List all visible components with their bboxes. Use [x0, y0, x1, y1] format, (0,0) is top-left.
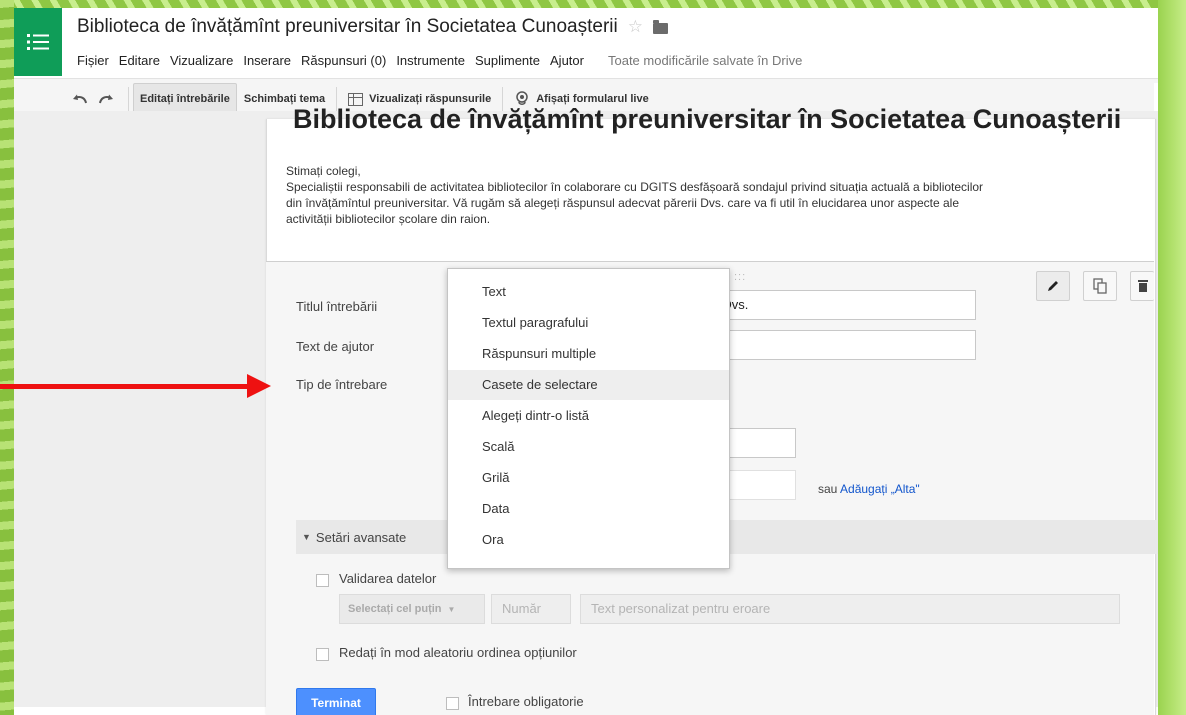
triangle-down-icon: ▼: [302, 532, 311, 542]
toolbar-separator: [128, 87, 129, 111]
or-text: sau: [818, 482, 838, 496]
advanced-settings-label: Setări avansate: [315, 529, 407, 545]
star-icon[interactable]: ☆: [628, 17, 643, 37]
document-title-row: Biblioteca de învățămînt preuniversitar …: [77, 16, 668, 38]
form-title[interactable]: Biblioteca de învățămînt preuniversitar …: [293, 104, 1121, 135]
menu-view[interactable]: Vizualizare: [170, 53, 241, 68]
dropdown-option-date[interactable]: Data: [448, 494, 729, 524]
menu-help[interactable]: Ajutor: [550, 53, 592, 68]
description-line: Specialiștii responsabili de activitatea…: [286, 180, 984, 194]
menu-responses[interactable]: Răspunsuri (0): [301, 53, 394, 68]
list-icon: [1164, 109, 1180, 122]
folder-icon[interactable]: [653, 19, 668, 34]
red-arrow-annotation: [0, 384, 250, 389]
description-line: din învățămîntul preuniversitar. Vă rugă…: [286, 196, 960, 210]
dropdown-option-multiple-choice[interactable]: Răspunsuri multiple: [448, 339, 729, 369]
redo-icon[interactable]: [98, 93, 114, 105]
forms-app-icon[interactable]: [14, 8, 62, 76]
question-type-dropdown: Text Textul paragrafului Răspunsuri mult…: [447, 268, 730, 569]
help-text-input[interactable]: [704, 330, 976, 360]
dropdown-option-paragraph[interactable]: Textul paragrafului: [448, 308, 729, 338]
shuffle-options-label: Redați în mod aleatoriu ordinea opțiunil…: [339, 645, 577, 660]
delete-question-button[interactable]: [1130, 271, 1154, 301]
shuffle-options-checkbox[interactable]: [316, 648, 329, 661]
red-arrow-head: [247, 374, 271, 398]
required-question-label: Întrebare obligatorie: [468, 694, 584, 709]
dropdown-option-scale[interactable]: Scală: [448, 432, 729, 462]
side-panel-toggle[interactable]: [1158, 82, 1186, 148]
question-type-label: Tip de întrebare: [296, 377, 388, 392]
form-description[interactable]: Stimați colegi, Specialiștii responsabil…: [286, 163, 1156, 227]
copy-icon: [1093, 278, 1107, 294]
menu-bar: Fișier Editare Vizualizare Inserare Răsp…: [77, 53, 802, 68]
validation-error-input[interactable]: Text personalizat pentru eroare: [580, 594, 1120, 624]
green-background-frame: Biblioteca de învățămînt preuniversitar …: [0, 0, 1186, 715]
validation-type-select[interactable]: Selectați cel puțin ▼: [339, 594, 485, 624]
data-validation-label: Validarea datelor: [339, 571, 437, 586]
add-other-text: sau Adăugați „Alta": [818, 482, 920, 496]
duplicate-question-button[interactable]: [1083, 271, 1117, 301]
data-validation-checkbox[interactable]: [316, 574, 329, 587]
dropdown-option-list[interactable]: Alegeți dintr-o listă: [448, 401, 729, 431]
save-status: Toate modificările salvate în Drive: [607, 53, 803, 68]
description-line: Stimați colegi,: [286, 164, 361, 178]
description-line: activității bibliotecilor școlare din ra…: [286, 212, 491, 226]
question-title-label: Titlul întrebării: [296, 299, 378, 314]
app-header: Biblioteca de învățămînt preuniversitar …: [14, 8, 1158, 78]
menu-insert[interactable]: Inserare: [243, 53, 299, 68]
menu-addons[interactable]: Suplimente: [475, 53, 548, 68]
menu-edit[interactable]: Editare: [119, 53, 168, 68]
validation-number-input[interactable]: Număr: [491, 594, 571, 624]
add-other-link[interactable]: Adăugați „Alta": [840, 482, 920, 496]
help-text-label: Text de ajutor: [296, 339, 375, 354]
list-icon: [27, 34, 49, 50]
left-decorative-strip: [0, 0, 14, 715]
validation-type-value: Selectați cel puțin: [348, 603, 442, 615]
menu-tools[interactable]: Instrumente: [396, 53, 473, 68]
dropdown-option-time[interactable]: Ora: [448, 525, 729, 555]
dropdown-option-checkboxes[interactable]: Casete de selectare: [448, 370, 729, 400]
question-title-input[interactable]: ii Dvs.: [704, 290, 976, 320]
document-title[interactable]: Biblioteca de învățămînt preuniversitar …: [77, 16, 618, 38]
dropdown-option-text[interactable]: Text: [448, 277, 729, 307]
undo-redo-group: [72, 93, 114, 105]
done-button[interactable]: Terminat: [296, 688, 376, 715]
drag-handle[interactable]: :::: [734, 271, 746, 283]
pencil-icon: [1048, 281, 1058, 291]
chevron-down-icon: ▼: [447, 604, 456, 614]
required-question-checkbox[interactable]: [446, 697, 459, 710]
dropdown-option-grid[interactable]: Grilă: [448, 463, 729, 493]
menu-file[interactable]: Fișier: [77, 53, 117, 68]
edit-question-button[interactable]: [1036, 271, 1070, 301]
trash-icon: [1137, 280, 1148, 292]
undo-icon[interactable]: [72, 93, 88, 105]
